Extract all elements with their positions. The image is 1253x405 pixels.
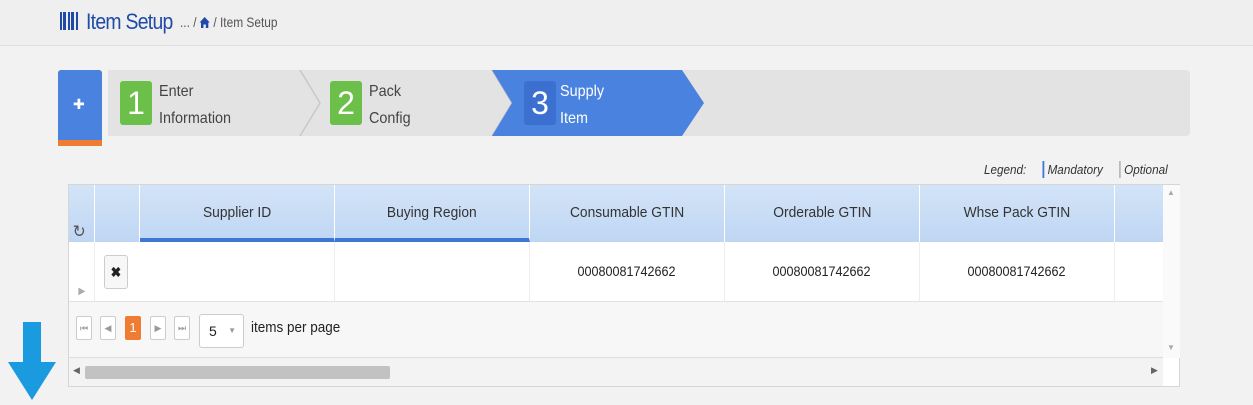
delete-icon: ✖	[110, 264, 122, 280]
table-row[interactable]: ▶ ✖ 00080081742662 00080081742662 000800…	[69, 242, 1163, 302]
top-header: Item Setup ... / / Item Setup	[0, 0, 1253, 46]
legend-label: Legend:	[984, 162, 1027, 177]
step-label: Supply Item	[560, 83, 605, 127]
prev-page-button[interactable]: ◀	[100, 316, 116, 340]
barcode-icon	[60, 12, 78, 30]
step-number: 1	[120, 81, 152, 125]
column-header-buying-region[interactable]: Buying Region	[335, 185, 530, 242]
expand-cell[interactable]: ▶	[69, 242, 95, 301]
wizard-step-1[interactable]: 1 Enter Information	[108, 70, 308, 136]
scroll-down-arrow-icon[interactable]	[8, 322, 56, 402]
horizontal-scrollbar[interactable]: ◀ ▶	[69, 358, 1163, 386]
last-page-icon: ⏭	[177, 323, 187, 333]
wizard-tab-indicator	[58, 140, 102, 146]
refresh-header-cell[interactable]: ↻	[69, 185, 95, 242]
current-page-button[interactable]: 1	[125, 316, 141, 340]
column-header-whse-pack-gtin[interactable]: Whse Pack GTIN	[920, 185, 1115, 242]
cell-whse-pack-gtin[interactable]: 00080081742662	[920, 242, 1115, 301]
breadcrumb: ... / / Item Setup	[180, 14, 278, 30]
column-header-orderable-gtin[interactable]: Orderable GTIN	[725, 185, 920, 242]
first-page-button[interactable]: ⏮	[76, 316, 92, 340]
page-size-select[interactable]: 5 ▼	[199, 314, 244, 348]
legend-optional: Optional	[1124, 162, 1168, 177]
step-number: 3	[524, 81, 556, 125]
wizard-step-2[interactable]: 2 Pack Config	[318, 70, 498, 136]
breadcrumb-ellipsis[interactable]: ... /	[180, 14, 197, 30]
legend-optional-swatch	[1118, 161, 1121, 178]
action-header-cell	[95, 185, 140, 242]
scroll-left-icon[interactable]: ◀	[73, 365, 80, 376]
wizard-side-tab[interactable]: ✚	[58, 70, 102, 140]
step-label: Pack Config	[369, 83, 411, 127]
column-header-supplier-id[interactable]: Supplier ID	[140, 185, 335, 242]
wizard-steps: 1 Enter Information 2 Pack Config 3 Supply…	[108, 70, 1190, 136]
horizontal-scroll-thumb[interactable]	[85, 366, 390, 379]
wizard-step-3[interactable]: 3 Supply Item	[512, 70, 692, 136]
first-page-icon: ⏮	[79, 323, 89, 333]
legend-mandatory: Mandatory	[1047, 162, 1103, 177]
breadcrumb-current: / Item Setup	[213, 14, 278, 30]
cell-orderable-gtin[interactable]: 00080081742662	[725, 242, 920, 301]
column-header-consumable-gtin[interactable]: Consumable GTIN	[530, 185, 725, 242]
column-header-overflow	[1115, 185, 1163, 242]
step-label: Enter Information	[159, 83, 232, 127]
scroll-right-icon[interactable]: ▶	[1151, 365, 1158, 376]
home-icon[interactable]	[199, 15, 211, 31]
next-page-icon: ▶	[154, 323, 162, 333]
cell-buying-region[interactable]	[335, 242, 530, 301]
items-per-page-label: items per page	[251, 319, 341, 336]
last-page-button[interactable]: ⏭	[174, 316, 190, 340]
supply-item-grid: ↻ Supplier ID Buying Region Consumable G…	[68, 184, 1180, 387]
page-title: Item Setup	[86, 9, 173, 34]
step-number: 2	[330, 81, 362, 125]
prev-page-icon: ◀	[104, 323, 112, 333]
cell-consumable-gtin[interactable]: 00080081742662	[530, 242, 725, 301]
cell-supplier-id[interactable]	[140, 242, 335, 301]
scroll-down-icon[interactable]: ▼	[1167, 343, 1175, 352]
puzzle-icon: ✚	[73, 96, 85, 112]
grid-header: ↻ Supplier ID Buying Region Consumable G…	[69, 185, 1163, 242]
chevron-down-icon: ▼	[228, 326, 236, 335]
next-page-button[interactable]: ▶	[150, 316, 166, 340]
vertical-scrollbar[interactable]: ▲ ▼	[1163, 185, 1180, 358]
delete-row-button[interactable]: ✖	[104, 255, 128, 289]
scroll-up-icon[interactable]: ▲	[1167, 188, 1175, 197]
delete-cell: ✖	[95, 242, 140, 301]
legend: Legend: Mandatory Optional	[984, 161, 1168, 178]
legend-mandatory-swatch	[1042, 161, 1044, 178]
grid-pager: ⏮ ◀ 1 ▶ ⏭ 5 ▼ items per page	[69, 302, 1163, 358]
